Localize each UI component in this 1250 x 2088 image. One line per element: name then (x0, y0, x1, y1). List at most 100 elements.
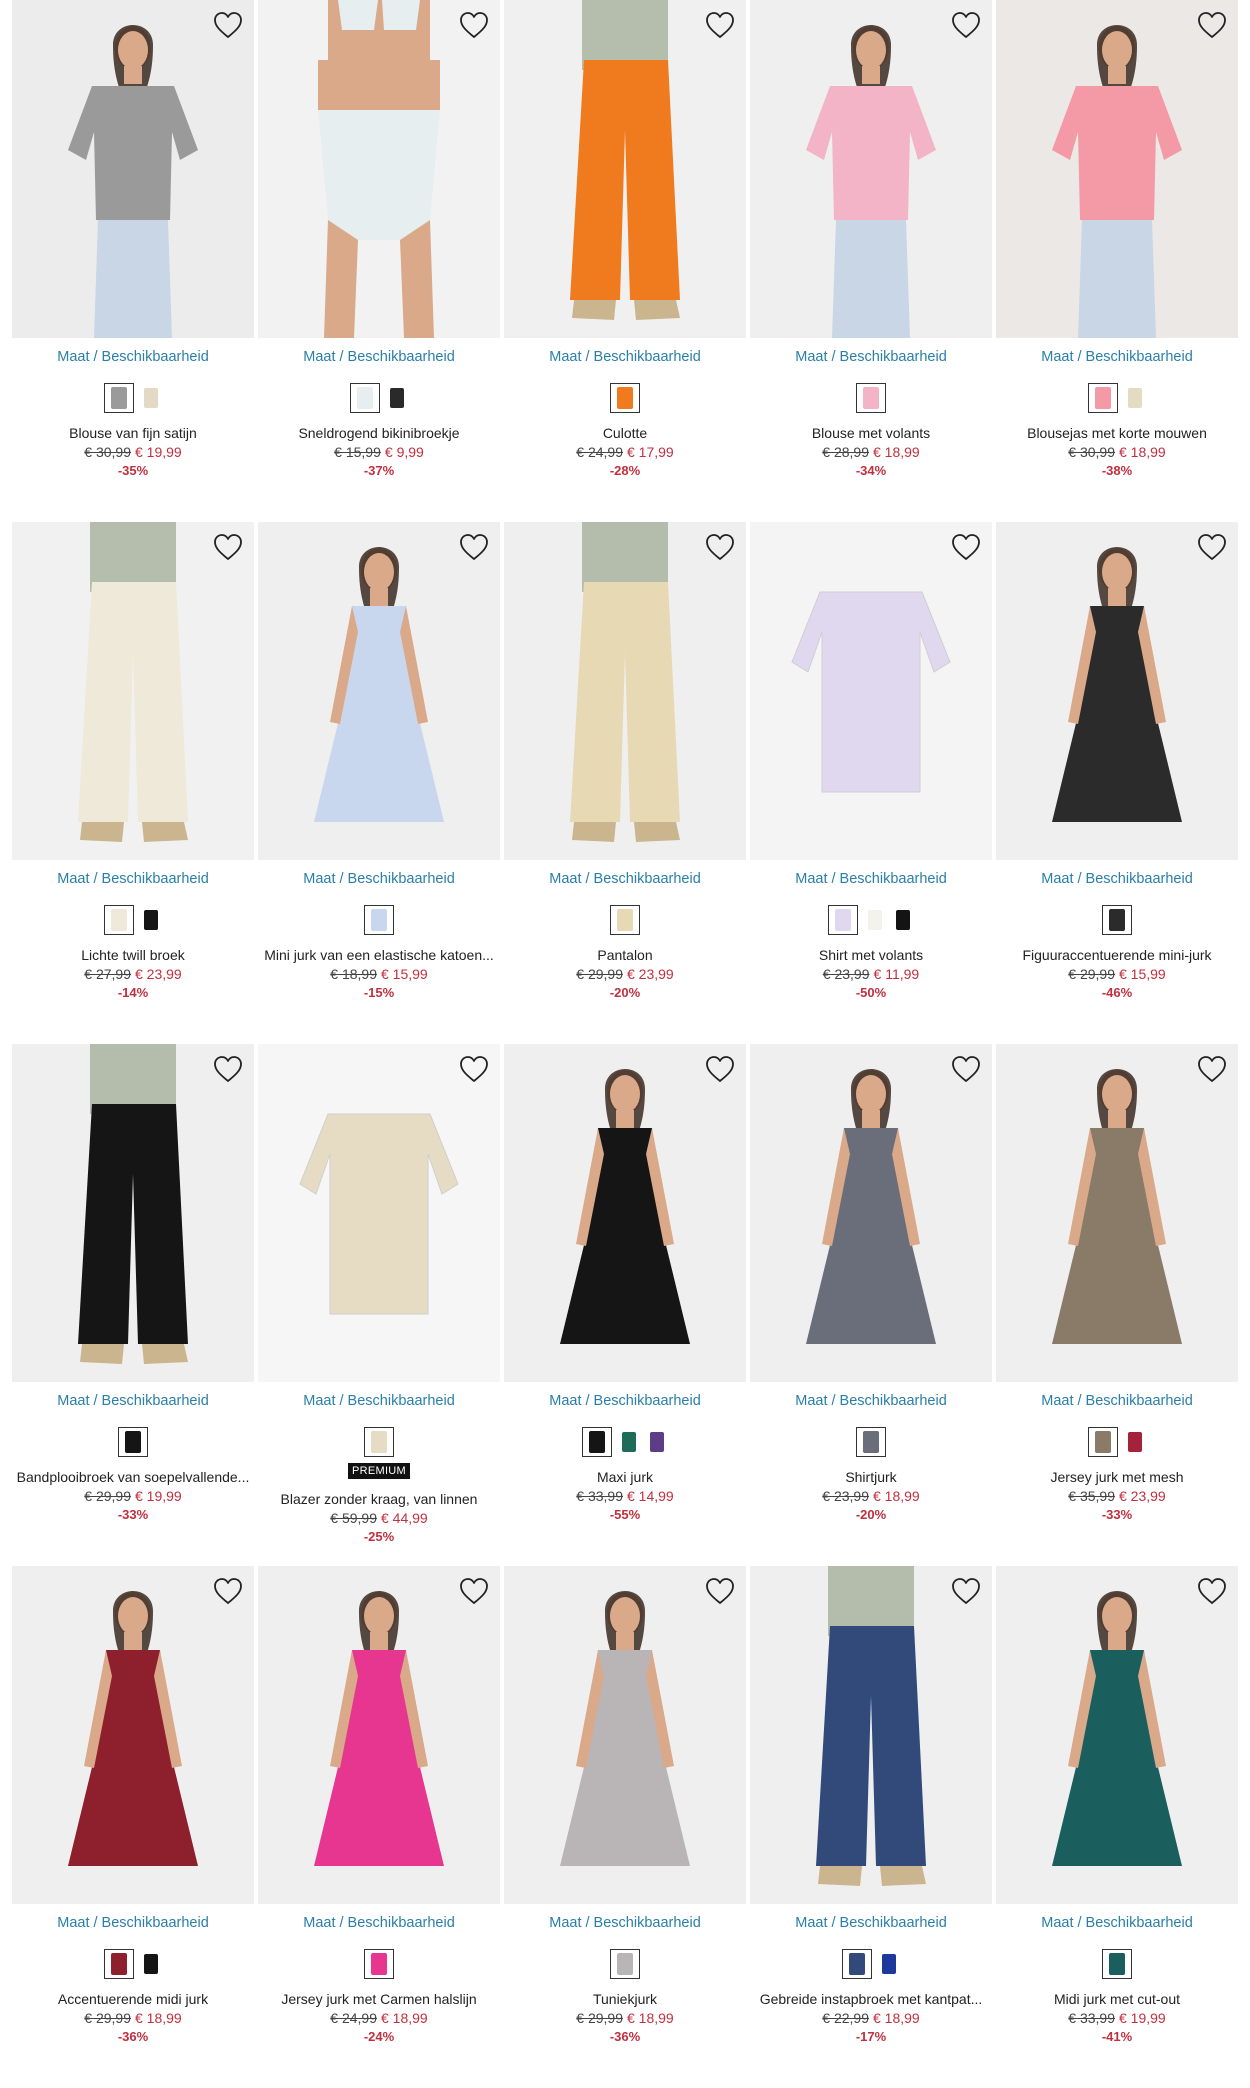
color-swatch[interactable] (610, 383, 640, 413)
product-name[interactable]: Blazer zonder kraag, van linnen (258, 1491, 500, 1507)
heart-icon[interactable] (1196, 1576, 1228, 1606)
product-name[interactable]: Blouse van fijn satijn (12, 425, 254, 441)
color-swatch[interactable] (386, 384, 408, 412)
product-name[interactable]: Shirt met volants (750, 947, 992, 963)
product-name[interactable]: Figuuraccentuerende mini-jurk (996, 947, 1238, 963)
product-name[interactable]: Blouse met volants (750, 425, 992, 441)
color-swatch[interactable] (618, 1428, 640, 1456)
size-availability-link[interactable]: Maat / Beschikbaarheid (504, 871, 746, 887)
color-swatch[interactable] (350, 383, 380, 413)
product-image-floral-bikini-bottom[interactable] (258, 0, 500, 338)
color-swatch[interactable] (864, 906, 886, 934)
size-availability-link[interactable]: Maat / Beschikbaarheid (996, 871, 1238, 887)
product-name[interactable]: Jersey jurk met mesh (996, 1469, 1238, 1485)
product-card[interactable]: Maat / Beschikbaarheid Shirtjurk € 23,99… (750, 1044, 992, 1566)
size-availability-link[interactable]: Maat / Beschikbaarheid (258, 1915, 500, 1931)
color-swatch[interactable] (610, 905, 640, 935)
heart-icon[interactable] (704, 1054, 736, 1084)
product-card[interactable]: Maat / Beschikbaarheid Pantalon € 29,99 €… (504, 522, 746, 1044)
color-swatch[interactable] (364, 1427, 394, 1457)
heart-icon[interactable] (950, 1576, 982, 1606)
size-availability-link[interactable]: Maat / Beschikbaarheid (12, 1393, 254, 1409)
color-swatch[interactable] (364, 905, 394, 935)
color-swatch[interactable] (104, 905, 134, 935)
color-swatch[interactable] (610, 1949, 640, 1979)
product-image-knit-blue-trousers[interactable] (750, 1566, 992, 1904)
product-name[interactable]: Accentuerende midi jurk (12, 1991, 254, 2007)
product-name[interactable]: Blousejas met korte mouwen (996, 425, 1238, 441)
heart-icon[interactable] (950, 10, 982, 40)
color-swatch[interactable] (364, 1949, 394, 1979)
product-image-pink-shirt-jacket[interactable] (996, 0, 1238, 338)
size-availability-link[interactable]: Maat / Beschikbaarheid (996, 1915, 1238, 1931)
product-card[interactable]: Maat / Beschikbaarheid Mini jurk van een… (258, 522, 500, 1044)
color-swatch[interactable] (140, 384, 162, 412)
heart-icon[interactable] (212, 1054, 244, 1084)
product-image-pink-carmen-dress[interactable] (258, 1566, 500, 1904)
product-name[interactable]: Gebreide instapbroek met kantpat... (750, 1991, 992, 2007)
heart-icon[interactable] (704, 1576, 736, 1606)
heart-icon[interactable] (458, 532, 490, 562)
heart-icon[interactable] (1196, 532, 1228, 562)
color-swatch[interactable] (828, 905, 858, 935)
size-availability-link[interactable]: Maat / Beschikbaarheid (258, 1393, 500, 1409)
product-image-teal-midi-dress[interactable] (996, 1566, 1238, 1904)
color-swatch[interactable] (1088, 1427, 1118, 1457)
product-image-cream-wide-trousers[interactable] (12, 522, 254, 860)
product-card[interactable]: Maat / Beschikbaarheid Culotte € 24,99 € … (504, 0, 746, 522)
color-swatch[interactable] (856, 383, 886, 413)
product-card[interactable]: Maat / Beschikbaarheid Blouse van fijn s… (12, 0, 254, 522)
size-availability-link[interactable]: Maat / Beschikbaarheid (996, 349, 1238, 365)
product-card[interactable]: Maat / Beschikbaarheid Jersey jurk met C… (258, 1566, 500, 2088)
size-availability-link[interactable]: Maat / Beschikbaarheid (504, 349, 746, 365)
product-card[interactable]: Maat / Beschikbaarheid Tuniekjurk € 29,9… (504, 1566, 746, 2088)
product-card[interactable]: Maat / Beschikbaarheid Sneldrogend bikin… (258, 0, 500, 522)
color-swatch[interactable] (582, 1427, 612, 1457)
color-swatch[interactable] (118, 1427, 148, 1457)
size-availability-link[interactable]: Maat / Beschikbaarheid (750, 1915, 992, 1931)
product-image-pink-ruffle-blouse[interactable] (750, 0, 992, 338)
size-availability-link[interactable]: Maat / Beschikbaarheid (258, 871, 500, 887)
heart-icon[interactable] (950, 1054, 982, 1084)
size-availability-link[interactable]: Maat / Beschikbaarheid (12, 871, 254, 887)
product-name[interactable]: Shirtjurk (750, 1469, 992, 1485)
product-name[interactable]: Sneldrogend bikinibroekje (258, 425, 500, 441)
product-image-black-maxi-dress[interactable] (504, 1044, 746, 1382)
size-availability-link[interactable]: Maat / Beschikbaarheid (504, 1393, 746, 1409)
heart-icon[interactable] (458, 10, 490, 40)
product-image-lilac-ruffle-shirt[interactable] (750, 522, 992, 860)
color-swatch[interactable] (1088, 383, 1118, 413)
product-name[interactable]: Jersey jurk met Carmen halslijn (258, 1991, 500, 2007)
heart-icon[interactable] (704, 10, 736, 40)
product-image-orange-culotte[interactable] (504, 0, 746, 338)
heart-icon[interactable] (458, 1054, 490, 1084)
color-swatch[interactable] (1124, 384, 1146, 412)
product-image-red-midi-dress[interactable] (12, 1566, 254, 1904)
product-image-tiedye-dress[interactable] (750, 1044, 992, 1382)
product-card[interactable]: Maat / Beschikbaarheid Lichte twill broe… (12, 522, 254, 1044)
size-availability-link[interactable]: Maat / Beschikbaarheid (750, 349, 992, 365)
color-swatch[interactable] (856, 1427, 886, 1457)
product-card[interactable]: Maat / Beschikbaarheid Jersey jurk met m… (996, 1044, 1238, 1566)
heart-icon[interactable] (212, 10, 244, 40)
heart-icon[interactable] (1196, 1054, 1228, 1084)
heart-icon[interactable] (704, 532, 736, 562)
heart-icon[interactable] (212, 532, 244, 562)
color-swatch[interactable] (1102, 1949, 1132, 1979)
color-swatch[interactable] (1102, 905, 1132, 935)
product-name[interactable]: Pantalon (504, 947, 746, 963)
product-card[interactable]: Maat / Beschikbaarheid Shirt met volants… (750, 522, 992, 1044)
product-image-black-trousers[interactable] (12, 1044, 254, 1382)
heart-icon[interactable] (212, 1576, 244, 1606)
product-image-beige-pantalon[interactable] (504, 522, 746, 860)
product-name[interactable]: Bandplooibroek van soepelvallende... (12, 1469, 254, 1485)
product-card[interactable]: Maat / Beschikbaarheid Blousejas met kor… (996, 0, 1238, 522)
product-card[interactable]: Maat / Beschikbaarheid Maxi jurk € 33,99… (504, 1044, 746, 1566)
product-image-leopard-dress[interactable] (996, 1044, 1238, 1382)
color-swatch[interactable] (140, 906, 162, 934)
product-card[interactable]: Maat / Beschikbaarheid Bandplooibroek va… (12, 1044, 254, 1566)
product-card[interactable]: Maat / Beschikbaarheid Accentuerende mid… (12, 1566, 254, 2088)
size-availability-link[interactable]: Maat / Beschikbaarheid (12, 349, 254, 365)
heart-icon[interactable] (1196, 10, 1228, 40)
product-card[interactable]: Maat / Beschikbaarheid Gebreide instapbr… (750, 1566, 992, 2088)
